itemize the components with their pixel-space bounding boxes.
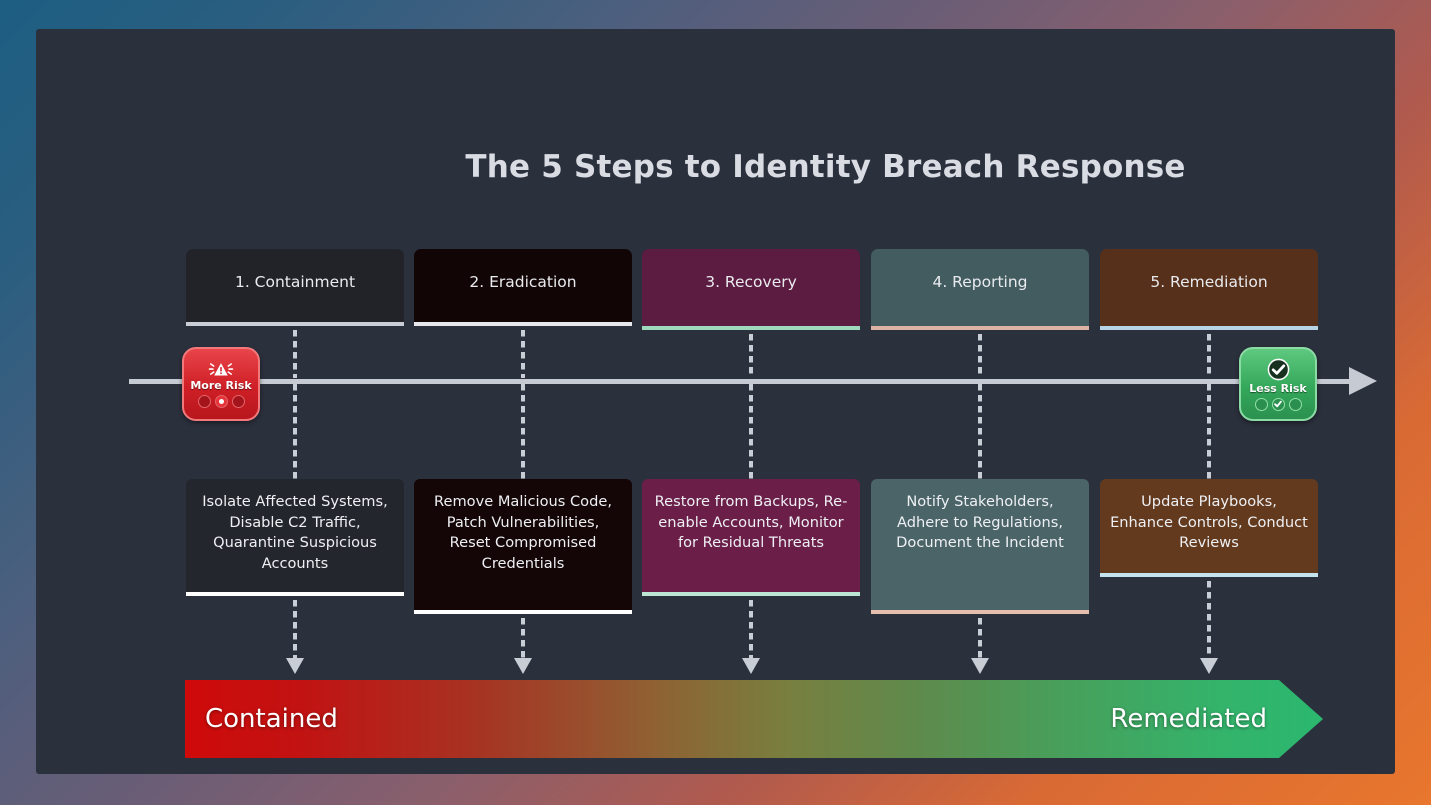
step-header-accent <box>414 322 632 326</box>
step-description-text: Update Playbooks, Enhance Controls, Cond… <box>1110 493 1308 552</box>
risk-dot <box>231 394 245 408</box>
connector-arrowhead-icon <box>286 658 304 674</box>
more-risk-badge[interactable]: More Risk <box>182 347 260 421</box>
connector-lower-3 <box>749 600 753 658</box>
step-header-accent <box>871 326 1089 330</box>
connector-arrowhead-icon <box>1200 658 1218 674</box>
step-header-label: 4. Reporting <box>932 273 1028 291</box>
risk-dot <box>197 394 211 408</box>
risk-dots <box>197 394 245 408</box>
connector-lower-5 <box>1207 581 1211 658</box>
connector-arrowhead-icon <box>742 658 760 674</box>
connector-arrowhead-icon <box>971 658 989 674</box>
check-circle-icon <box>1267 358 1289 380</box>
step-description-3[interactable]: Restore from Backups, Re-enable Accounts… <box>642 479 860 596</box>
step-description-1[interactable]: Isolate Affected Systems, Disable C2 Tra… <box>186 479 404 596</box>
progress-gradient-arrow: Contained Remediated <box>185 680 1323 758</box>
step-header-label: 1. Containment <box>234 273 356 291</box>
timeline-arrowhead-icon <box>1349 367 1377 395</box>
less-risk-label: Less Risk <box>1249 381 1307 395</box>
connector-upper-4 <box>978 334 982 378</box>
connector-mid-3 <box>749 384 753 479</box>
connector-mid-1 <box>293 384 297 479</box>
connector-arrowhead-icon <box>514 658 532 674</box>
progress-start-label: Contained <box>205 704 338 734</box>
step-description-accent <box>414 610 632 614</box>
step-description-accent <box>642 592 860 596</box>
risk-dot-active <box>214 394 228 408</box>
step-description-text: Remove Malicious Code, Patch Vulnerabili… <box>433 493 612 573</box>
check-icon <box>1274 400 1282 408</box>
step-description-accent <box>186 592 404 596</box>
connector-upper-3 <box>749 334 753 378</box>
connector-lower-4 <box>978 618 982 658</box>
step-header-5[interactable]: 5. Remediation <box>1100 249 1318 330</box>
step-header-1[interactable]: 1. Containment <box>186 249 404 326</box>
connector-mid-4 <box>978 384 982 479</box>
connector-upper-5 <box>1207 334 1211 378</box>
connector-mid-2 <box>521 384 525 479</box>
warning-triangle-icon <box>208 362 234 375</box>
slide-card: The 5 Steps to Identity Breach Response … <box>36 29 1395 774</box>
step-header-label: 3. Recovery <box>705 273 797 291</box>
more-risk-label: More Risk <box>190 378 252 392</box>
step-description-accent <box>1100 573 1318 577</box>
step-header-accent <box>186 322 404 326</box>
risk-dot-active <box>1271 397 1285 411</box>
timeline-axis <box>129 379 1357 384</box>
risk-dot <box>1288 397 1302 411</box>
step-description-text: Restore from Backups, Re-enable Accounts… <box>654 493 848 552</box>
risk-dot <box>1254 397 1268 411</box>
step-header-2[interactable]: 2. Eradication <box>414 249 632 326</box>
step-description-text: Notify Stakeholders, Adhere to Regulatio… <box>896 493 1064 552</box>
progress-end-label: Remediated <box>1110 704 1267 734</box>
connector-upper-2 <box>521 330 525 378</box>
step-header-label: 2. Eradication <box>469 273 577 291</box>
connector-upper-1 <box>293 330 297 378</box>
connector-mid-5 <box>1207 384 1211 479</box>
step-description-4[interactable]: Notify Stakeholders, Adhere to Regulatio… <box>871 479 1089 614</box>
page-title: The 5 Steps to Identity Breach Response <box>465 149 1186 185</box>
step-description-accent <box>871 610 1089 614</box>
step-header-3[interactable]: 3. Recovery <box>642 249 860 330</box>
risk-dots <box>1254 397 1302 411</box>
connector-lower-2 <box>521 618 525 658</box>
step-description-text: Isolate Affected Systems, Disable C2 Tra… <box>202 493 388 573</box>
step-header-accent <box>642 326 860 330</box>
connector-lower-1 <box>293 600 297 658</box>
step-header-4[interactable]: 4. Reporting <box>871 249 1089 330</box>
step-description-5[interactable]: Update Playbooks, Enhance Controls, Cond… <box>1100 479 1318 577</box>
less-risk-badge[interactable]: Less Risk <box>1239 347 1317 421</box>
step-header-accent <box>1100 326 1318 330</box>
step-header-label: 5. Remediation <box>1150 273 1268 291</box>
step-description-2[interactable]: Remove Malicious Code, Patch Vulnerabili… <box>414 479 632 614</box>
